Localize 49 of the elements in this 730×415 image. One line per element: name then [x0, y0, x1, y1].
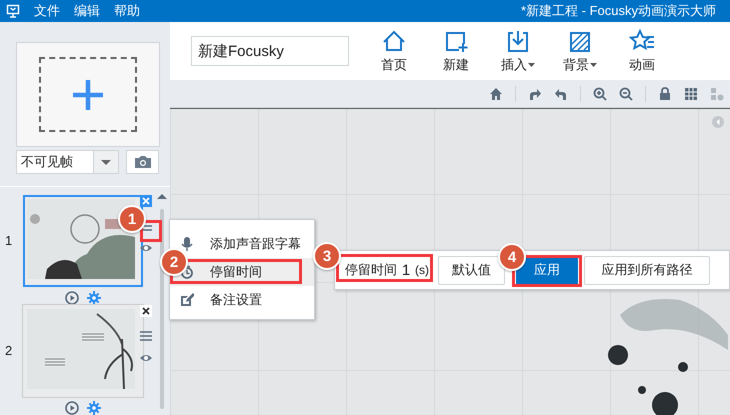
toolbar-button[interactable]: 首页	[363, 26, 425, 76]
slide-thumbnail[interactable]	[23, 195, 143, 287]
grid-icon[interactable]	[684, 86, 698, 100]
slide-number: 1	[4, 233, 14, 248]
edit-icon	[180, 293, 194, 307]
eye-icon[interactable]	[139, 353, 153, 363]
stay-time-label: 停留时间	[345, 261, 397, 279]
menu-icon[interactable]	[140, 331, 152, 341]
undo-icon[interactable]	[554, 86, 568, 100]
eye-icon[interactable]	[139, 243, 153, 253]
presentation-icon[interactable]	[6, 4, 20, 18]
menu-item[interactable]: 备注设置	[170, 286, 314, 314]
gear-icon[interactable]	[87, 401, 101, 415]
stay-time-button[interactable]: 默认值	[438, 256, 505, 284]
menu-item[interactable]: 帮助	[114, 2, 140, 20]
zoom-in-icon[interactable]	[593, 86, 607, 100]
toolbar-button[interactable]: 新建	[425, 26, 487, 76]
project-name-field[interactable]: 新建Focusky	[191, 36, 349, 66]
lock-icon[interactable]	[658, 86, 672, 100]
caret-icon	[528, 62, 535, 66]
toolbar-button[interactable]: 背景	[549, 26, 611, 76]
microphone-icon	[180, 237, 194, 251]
menu-item[interactable]: 文件	[34, 2, 60, 20]
unit-label: (s)	[415, 263, 429, 277]
home-icon[interactable]	[489, 86, 503, 100]
add-frame-button[interactable]	[16, 42, 160, 147]
caret-icon	[93, 151, 118, 173]
star-icon	[629, 28, 655, 52]
frame-type-dropdown[interactable]: 不可见帧	[16, 150, 119, 174]
slide-number: 2	[4, 343, 14, 358]
play-icon[interactable]	[65, 401, 79, 415]
redo-icon[interactable]	[528, 86, 542, 100]
home-icon	[381, 28, 407, 52]
insert-icon	[505, 28, 531, 52]
menu-item[interactable]: 编辑	[74, 2, 100, 20]
caret-icon	[590, 62, 597, 66]
stay-time-field[interactable]: 1	[397, 262, 415, 278]
plus-icon	[71, 78, 105, 112]
zoom-out-icon[interactable]	[619, 86, 633, 100]
toolbar-button[interactable]: 插入	[487, 26, 549, 76]
scrollbar-thumb[interactable]	[160, 209, 164, 409]
window-title: *新建工程 - Focusky动画演示大师	[520, 2, 716, 20]
camera-icon	[134, 155, 152, 169]
play-icon[interactable]	[65, 291, 79, 305]
stay-time-button[interactable]: 应用到所有路径	[584, 256, 710, 284]
camera-button[interactable]	[126, 150, 159, 174]
scroll-up-icon[interactable]	[157, 193, 167, 199]
toolbar-button[interactable]: 动画	[611, 26, 673, 76]
close-icon[interactable]	[140, 305, 152, 317]
